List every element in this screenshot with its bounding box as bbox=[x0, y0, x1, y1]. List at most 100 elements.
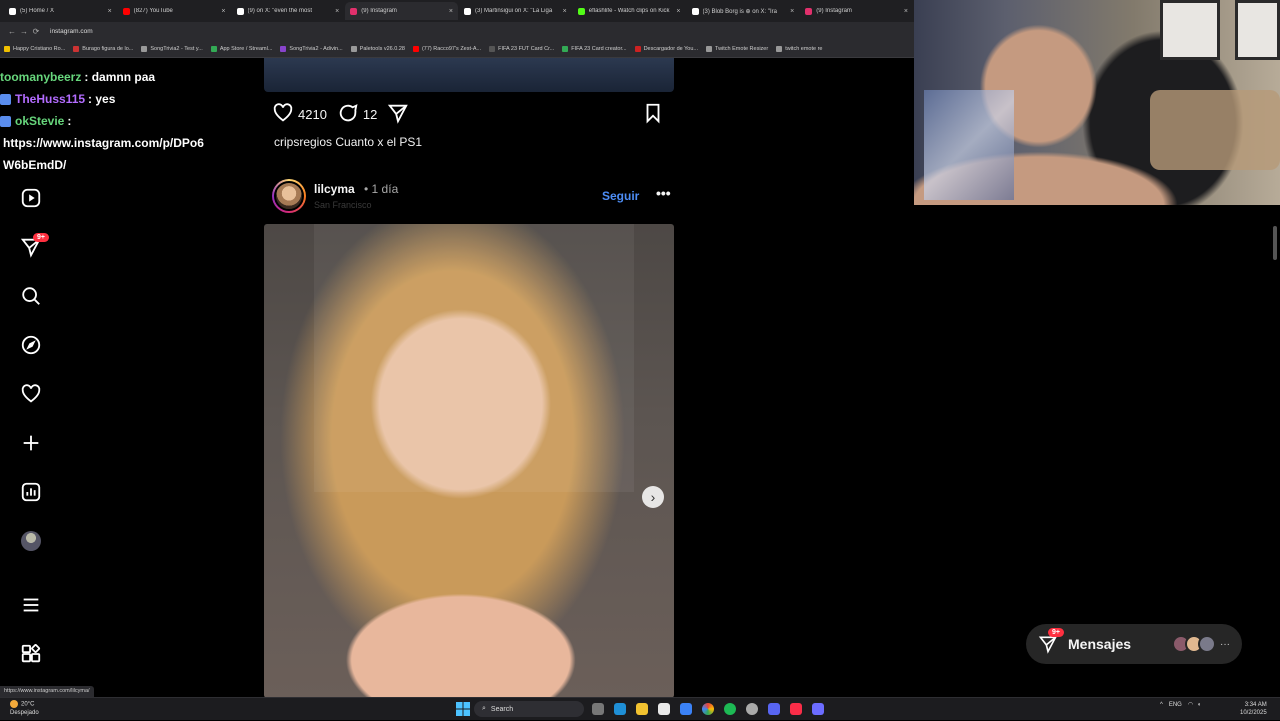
scrollbar-thumb[interactable] bbox=[1273, 226, 1277, 260]
bookmark-item[interactable]: FIFA 23 FUT Card Cr... bbox=[489, 45, 555, 52]
tab-close-icon[interactable]: × bbox=[563, 8, 567, 15]
bookmark-item[interactable]: Twitch Emote Resizer bbox=[706, 45, 769, 52]
tab-close-icon[interactable]: × bbox=[790, 8, 794, 15]
bookmark-item[interactable]: (77) Racco97's Zest-A... bbox=[412, 45, 481, 52]
settings-gear-icon[interactable] bbox=[746, 703, 758, 715]
create-icon[interactable] bbox=[19, 431, 43, 455]
previous-post-actions: 4210 12 bbox=[272, 102, 409, 127]
store-icon[interactable] bbox=[658, 703, 670, 715]
bookmark-icon bbox=[350, 45, 357, 52]
explore-icon[interactable] bbox=[19, 333, 43, 357]
notifications-icon[interactable] bbox=[19, 382, 43, 406]
chat-username: toomanybeerz bbox=[0, 70, 82, 84]
stream-chat-overlay: toomanybeerz: damnn paa TheHuss115: yes ok… bbox=[0, 66, 240, 176]
carousel-next-button[interactable]: › bbox=[642, 486, 664, 508]
like-count: 4210 bbox=[298, 107, 327, 122]
taskbar-search[interactable]: ⌕ Search bbox=[474, 701, 584, 717]
file-explorer-icon[interactable] bbox=[636, 703, 648, 715]
bookmark-item[interactable]: Descargador de You... bbox=[634, 45, 698, 52]
spotify-icon[interactable] bbox=[724, 703, 736, 715]
search-icon[interactable] bbox=[19, 284, 43, 308]
bookmark-label: FIFA 23 FUT Card Cr... bbox=[498, 45, 555, 52]
webcam-background-sofa bbox=[1150, 90, 1280, 170]
photo-highlight bbox=[314, 224, 634, 492]
forward-icon[interactable]: → bbox=[18, 27, 30, 36]
tab-close-icon[interactable]: × bbox=[221, 8, 225, 15]
taskbar-clock[interactable]: 3:34 AM 10/2/2025 bbox=[1240, 701, 1267, 717]
bookmark-item[interactable]: twitch emote re bbox=[776, 45, 823, 52]
share-icon[interactable] bbox=[387, 102, 409, 127]
chat-message: https://www.instagram.com/p/DPo6 bbox=[3, 136, 204, 150]
bookmark-item[interactable]: Paletools v26.0.28 bbox=[350, 45, 405, 52]
post-location[interactable]: San Francisco bbox=[314, 200, 372, 210]
app-icon[interactable] bbox=[812, 703, 824, 715]
previous-post-caption: cripsregios Cuanto x el PS1 bbox=[274, 135, 422, 149]
weather-widget[interactable]: 20°C Despejado bbox=[10, 700, 39, 717]
volume-icon[interactable]: ◖ bbox=[1197, 702, 1201, 708]
tab-title: (3) Blob Borg is ⊕ on X: "Ira bbox=[702, 8, 778, 15]
mail-icon[interactable] bbox=[680, 703, 692, 715]
bookmark-icon bbox=[73, 45, 80, 52]
age-separator: • bbox=[364, 182, 369, 196]
bookmark-item[interactable]: Burago figura de lo... bbox=[73, 45, 134, 52]
weather-icon bbox=[10, 700, 18, 708]
tab-close-icon[interactable]: × bbox=[335, 8, 339, 15]
browser-tab[interactable]: (827) YouTube × bbox=[118, 2, 231, 20]
post-username[interactable]: lilcyma bbox=[314, 182, 355, 196]
taskbar-search-label: Search bbox=[490, 705, 514, 713]
bookmark-item[interactable]: App Store / Streaml... bbox=[210, 45, 272, 52]
browser-tab[interactable]: (9) Instagram × bbox=[800, 2, 913, 20]
browser-tab[interactable]: (3) Blob Borg is ⊕ on X: "Ira × bbox=[687, 2, 800, 20]
browser-tab[interactable]: (9) Instagram × bbox=[345, 2, 458, 20]
url-field[interactable]: instagram.com bbox=[50, 28, 93, 35]
reels-icon[interactable] bbox=[19, 186, 43, 210]
messages-icon[interactable]: 9+ bbox=[19, 233, 49, 259]
profile-icon[interactable] bbox=[19, 529, 43, 553]
post-photo[interactable]: › bbox=[264, 224, 674, 698]
browser-tab[interactable]: (9) on X: "even the most × bbox=[232, 2, 345, 20]
like-icon[interactable] bbox=[272, 102, 294, 127]
bookmark-item[interactable]: FIFA 23 Card creator... bbox=[562, 45, 627, 52]
clock-time: 3:34 AM bbox=[1244, 702, 1267, 708]
bookmark-item[interactable]: SongTrivia2 - Adivin... bbox=[280, 45, 343, 52]
post-header: lilcyma • 1 día San Francisco Seguir ••• bbox=[272, 179, 672, 215]
caption-username[interactable]: cripsregios bbox=[274, 135, 332, 149]
browser-tab[interactable]: (3) Martinsigui on X: "La Liga × bbox=[459, 2, 572, 20]
messages-pill[interactable]: 9+ Mensajes ··· bbox=[1026, 624, 1242, 664]
bookmark-item[interactable]: Happy Cristiano Ro... bbox=[4, 45, 65, 52]
bookmark-icon bbox=[706, 45, 713, 52]
page-scrollbar[interactable] bbox=[1272, 220, 1278, 696]
edge-icon[interactable] bbox=[614, 703, 626, 715]
wifi-icon[interactable]: ◠ bbox=[1188, 701, 1193, 708]
reload-icon[interactable]: ⟳ bbox=[30, 27, 42, 36]
system-tray[interactable]: ^ ENG ◠ ◖ bbox=[1160, 701, 1201, 709]
music-icon[interactable] bbox=[790, 703, 802, 715]
follow-button[interactable]: Seguir bbox=[602, 189, 639, 203]
chat-badge-icon bbox=[0, 93, 11, 105]
tab-close-icon[interactable]: × bbox=[449, 8, 453, 15]
bookmark-icon bbox=[562, 45, 569, 52]
bookmark-item[interactable]: SongTrivia2 - Test y... bbox=[141, 45, 203, 52]
browser-tab[interactable]: (5) Home / X × bbox=[4, 2, 117, 20]
start-icon[interactable] bbox=[456, 702, 470, 716]
tray-chevron-icon[interactable]: ^ bbox=[1160, 702, 1163, 708]
discord-icon[interactable] bbox=[768, 703, 780, 715]
dashboard-icon[interactable] bbox=[19, 480, 43, 504]
post-avatar[interactable] bbox=[272, 179, 306, 213]
browser-tab[interactable]: eflashlife - Watch clips on Kick × bbox=[573, 2, 686, 20]
comment-icon[interactable] bbox=[337, 102, 359, 127]
tab-close-icon[interactable]: × bbox=[904, 8, 908, 15]
instagram-icon bbox=[350, 7, 358, 15]
post-more-button[interactable]: ••• bbox=[656, 185, 671, 201]
bookmark-label: Twitch Emote Resizer bbox=[715, 45, 769, 52]
tray-language[interactable]: ENG bbox=[1169, 702, 1182, 708]
bookmark-label: Burago figura de lo... bbox=[82, 45, 134, 52]
tab-close-icon[interactable]: × bbox=[108, 8, 112, 15]
chrome-icon[interactable] bbox=[702, 703, 714, 715]
tab-close-icon[interactable]: × bbox=[676, 8, 680, 15]
task-view-icon[interactable] bbox=[592, 703, 604, 715]
also-from-meta-icon[interactable] bbox=[19, 642, 43, 666]
save-icon[interactable] bbox=[642, 102, 664, 124]
back-icon[interactable]: ← bbox=[6, 27, 18, 36]
more-menu-icon[interactable] bbox=[19, 593, 43, 617]
